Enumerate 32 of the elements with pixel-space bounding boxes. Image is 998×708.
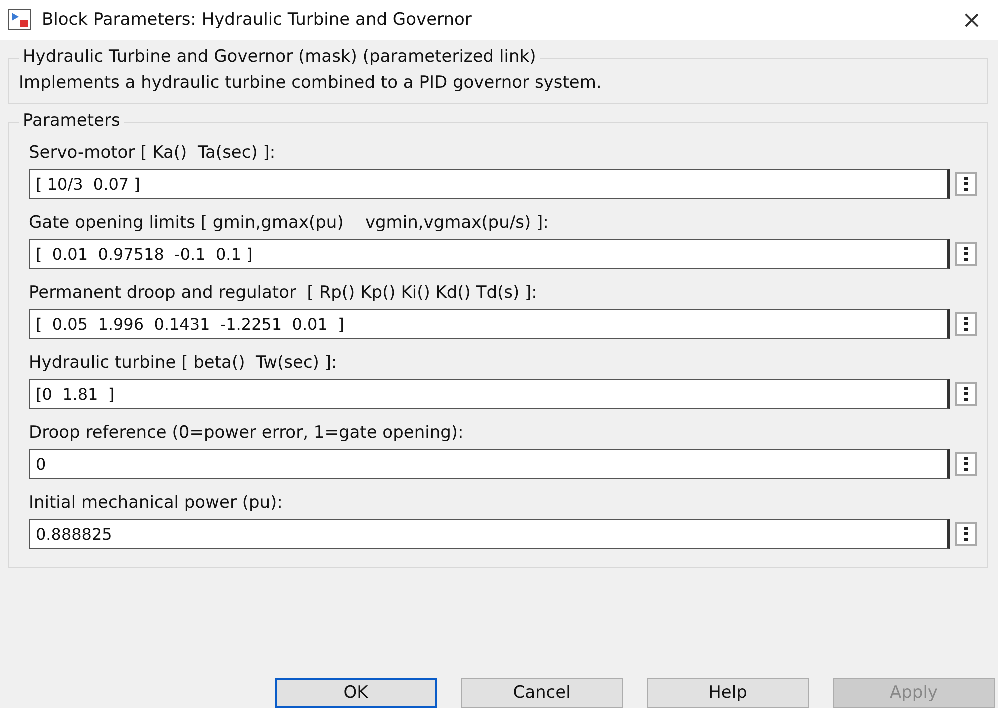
- parameter-label: Servo-motor [ Ka() Ta(sec) ]:: [29, 143, 277, 163]
- parameter-field[interactable]: 0.888825: [29, 519, 950, 549]
- more-options-button[interactable]: [955, 312, 977, 336]
- more-options-button[interactable]: [955, 382, 977, 406]
- vertical-dots-icon: [964, 387, 968, 401]
- parameter-label: Initial mechanical power (pu):: [29, 493, 284, 513]
- block-icon: [8, 9, 32, 31]
- parameter-field[interactable]: [ 10/3 0.07 ]: [29, 169, 950, 199]
- vertical-dots-icon: [964, 317, 968, 331]
- parameter-label: Hydraulic turbine [ beta() Tw(sec) ]:: [29, 353, 338, 373]
- parameter-field[interactable]: [ 0.01 0.97518 -0.1 0.1 ]: [29, 239, 950, 269]
- parameter-field[interactable]: [ 0.05 1.996 0.1431 -1.2251 0.01 ]: [29, 309, 950, 339]
- dialog-button[interactable]: Cancel: [461, 678, 623, 708]
- close-button[interactable]: ×: [954, 6, 990, 34]
- parameter-label: Permanent droop and regulator [ Rp() Kp() Ki() Kd() Td(s) ]:: [29, 283, 538, 303]
- more-options-button[interactable]: [955, 172, 977, 196]
- parameter-field[interactable]: [0 1.81 ]: [29, 379, 950, 409]
- vertical-dots-icon: [964, 177, 968, 191]
- window-title: Block Parameters: Hydraulic Turbine and Governor: [42, 10, 473, 30]
- description-text: Implements a hydraulic turbine combined to a PID governor system.: [19, 73, 603, 93]
- vertical-dots-icon: [964, 247, 968, 261]
- more-options-button[interactable]: [955, 242, 977, 266]
- vertical-dots-icon: [964, 457, 968, 471]
- parameter-label: Gate opening limits [ gmin,gmax(pu) vgmin,vgmax(pu/s) ]:: [29, 213, 550, 233]
- parameter-field[interactable]: 0: [29, 449, 950, 479]
- parameter-label: Droop reference (0=power error, 1=gate opening):: [29, 423, 465, 443]
- dialog-button[interactable]: OK: [275, 678, 437, 708]
- more-options-button[interactable]: [955, 452, 977, 476]
- group-title: Hydraulic Turbine and Governor (mask) (parameterized link): [19, 47, 540, 67]
- dialog-button[interactable]: Help: [647, 678, 809, 708]
- more-options-button[interactable]: [955, 522, 977, 546]
- vertical-dots-icon: [964, 527, 968, 541]
